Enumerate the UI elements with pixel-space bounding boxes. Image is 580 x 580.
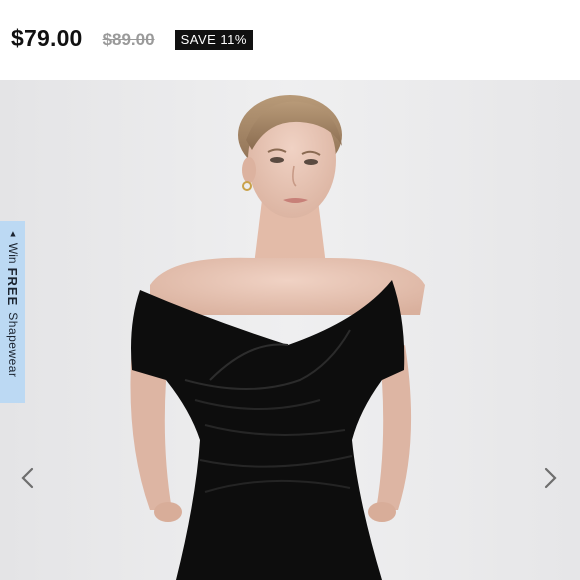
next-image-button[interactable] xyxy=(540,466,560,490)
promo-win-text: Win xyxy=(6,242,20,264)
promo-shapewear-text: Shapewear xyxy=(6,312,20,378)
current-price: $79.00 xyxy=(11,24,83,51)
product-image-gallery[interactable] xyxy=(0,80,580,580)
win-free-shapewear-tab[interactable]: ▲ Win FREE Shapewear xyxy=(0,221,25,403)
original-price: $89.00 xyxy=(102,30,155,49)
promo-free-text: FREE xyxy=(5,267,21,307)
product-photo xyxy=(0,80,580,580)
chevron-right-icon xyxy=(544,467,557,489)
save-badge: SAVE 11% xyxy=(174,30,253,50)
price-bar: $79.00 $89.00 SAVE 11% xyxy=(0,0,580,80)
chevron-left-icon xyxy=(21,467,34,489)
previous-image-button[interactable] xyxy=(18,466,38,490)
triangle-up-icon: ▲ xyxy=(8,228,18,239)
